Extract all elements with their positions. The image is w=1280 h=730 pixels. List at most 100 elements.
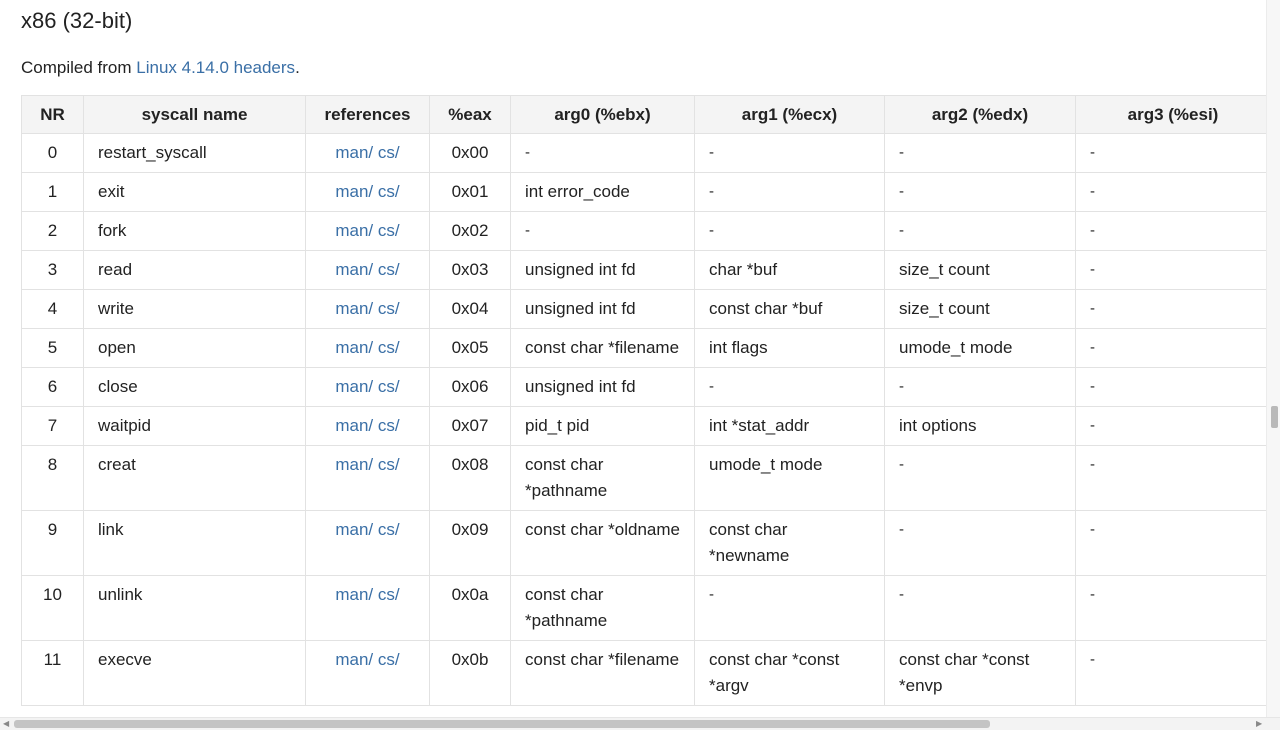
syscall-number: 1 xyxy=(21,172,84,212)
references-cell: man/ cs/ xyxy=(305,367,430,407)
eax-value: 0x00 xyxy=(429,133,511,173)
man-link[interactable]: man/ xyxy=(335,455,373,474)
table-row: 9 link man/ cs/0x09 const char *oldname cons… xyxy=(21,510,1266,576)
column-header: %eax xyxy=(429,95,511,134)
references-cell: man/ cs/ xyxy=(305,445,430,511)
syscall-name: creat xyxy=(83,445,306,511)
references-cell: man/ cs/ xyxy=(305,211,430,251)
arg2-cell: umode_t mode xyxy=(884,328,1076,368)
scroll-right-icon[interactable]: ▶ xyxy=(1256,718,1262,730)
arg2-cell: size_t count xyxy=(884,289,1076,329)
eax-value: 0x09 xyxy=(429,510,511,576)
cs-link[interactable]: cs/ xyxy=(378,221,400,240)
syscall-number: 3 xyxy=(21,250,84,290)
man-link[interactable]: man/ xyxy=(335,416,373,435)
arg3-cell: - xyxy=(1075,289,1266,329)
horizontal-scrollbar-thumb[interactable] xyxy=(14,720,990,728)
cs-link[interactable]: cs/ xyxy=(378,338,400,357)
syscall-number: 11 xyxy=(21,640,84,706)
arg1-cell: umode_t mode xyxy=(694,445,885,511)
cs-link[interactable]: cs/ xyxy=(378,299,400,318)
eax-value: 0x03 xyxy=(429,250,511,290)
eax-value: 0x01 xyxy=(429,172,511,212)
compiled-from-line: Compiled from Linux 4.14.0 headers. xyxy=(21,58,300,78)
references-cell: man/ cs/ xyxy=(305,406,430,446)
arg2-cell: int options xyxy=(884,406,1076,446)
cs-link[interactable]: cs/ xyxy=(378,585,400,604)
eax-value: 0x07 xyxy=(429,406,511,446)
syscall-name: exit xyxy=(83,172,306,212)
vertical-scrollbar[interactable] xyxy=(1266,0,1280,729)
table-row: 0 restart_syscall man/ cs/0x00- - - - xyxy=(21,133,1266,173)
man-link[interactable]: man/ xyxy=(335,182,373,201)
man-link[interactable]: man/ xyxy=(335,650,373,669)
table-row: 2 fork man/ cs/0x02- - - - xyxy=(21,211,1266,251)
man-link[interactable]: man/ xyxy=(335,377,373,396)
table-body: 0 restart_syscall man/ cs/0x00- - - -1 exit man… xyxy=(21,133,1266,706)
syscall-number: 5 xyxy=(21,328,84,368)
cs-link[interactable]: cs/ xyxy=(378,416,400,435)
cs-link[interactable]: cs/ xyxy=(378,143,400,162)
syscall-table: NR syscall name references %eax arg0 (%ebx) a… xyxy=(21,95,1266,706)
arg0-cell: const char *pathname xyxy=(510,445,695,511)
column-header: arg2 (%edx) xyxy=(884,95,1076,134)
column-header: arg3 (%esi) xyxy=(1075,95,1266,134)
arg1-cell: - xyxy=(694,575,885,641)
vertical-scrollbar-thumb[interactable] xyxy=(1271,406,1278,428)
syscall-name: write xyxy=(83,289,306,329)
arg2-cell: - xyxy=(884,445,1076,511)
table-row: 10 unlink man/ cs/0x0a const char *pathname… xyxy=(21,575,1266,641)
cs-link[interactable]: cs/ xyxy=(378,260,400,279)
man-link[interactable]: man/ xyxy=(335,143,373,162)
cs-link[interactable]: cs/ xyxy=(378,455,400,474)
cs-link[interactable]: cs/ xyxy=(378,520,400,539)
cs-link[interactable]: cs/ xyxy=(378,182,400,201)
man-link[interactable]: man/ xyxy=(335,299,373,318)
eax-value: 0x08 xyxy=(429,445,511,511)
references-cell: man/ cs/ xyxy=(305,510,430,576)
arg0-cell: int error_code xyxy=(510,172,695,212)
man-link[interactable]: man/ xyxy=(335,338,373,357)
eax-value: 0x06 xyxy=(429,367,511,407)
linux-headers-link[interactable]: Linux 4.14.0 headers xyxy=(136,58,295,77)
arg0-cell: unsigned int fd xyxy=(510,250,695,290)
cs-link[interactable]: cs/ xyxy=(378,650,400,669)
arg3-cell: - xyxy=(1075,510,1266,576)
arg2-cell: - xyxy=(884,172,1076,212)
column-header: syscall name xyxy=(83,95,306,134)
arg1-cell: char *buf xyxy=(694,250,885,290)
man-link[interactable]: man/ xyxy=(335,585,373,604)
eax-value: 0x0a xyxy=(429,575,511,641)
arg1-cell: - xyxy=(694,211,885,251)
syscall-number: 9 xyxy=(21,510,84,576)
references-cell: man/ cs/ xyxy=(305,575,430,641)
syscall-number: 4 xyxy=(21,289,84,329)
man-link[interactable]: man/ xyxy=(335,221,373,240)
arg2-cell: - xyxy=(884,211,1076,251)
arg3-cell: - xyxy=(1075,367,1266,407)
syscall-name: open xyxy=(83,328,306,368)
scroll-left-icon[interactable]: ◀ xyxy=(3,718,9,730)
references-cell: man/ cs/ xyxy=(305,172,430,212)
arg0-cell: const char *pathname xyxy=(510,575,695,641)
arg3-cell: - xyxy=(1075,250,1266,290)
horizontal-scrollbar[interactable]: ◀ ▶ xyxy=(0,717,1280,730)
table-row: 5 open man/ cs/0x05 const char *filename int… xyxy=(21,328,1266,368)
arg0-cell: unsigned int fd xyxy=(510,289,695,329)
eax-value: 0x02 xyxy=(429,211,511,251)
references-cell: man/ cs/ xyxy=(305,133,430,173)
arg2-cell: - xyxy=(884,133,1076,173)
column-header: references xyxy=(305,95,430,134)
table-row: 6 close man/ cs/0x06 unsigned int fd - - - xyxy=(21,367,1266,407)
syscall-name: read xyxy=(83,250,306,290)
arg2-cell: size_t count xyxy=(884,250,1076,290)
arg3-cell: - xyxy=(1075,575,1266,641)
syscall-name: restart_syscall xyxy=(83,133,306,173)
cs-link[interactable]: cs/ xyxy=(378,377,400,396)
arg3-cell: - xyxy=(1075,640,1266,706)
syscall-number: 2 xyxy=(21,211,84,251)
man-link[interactable]: man/ xyxy=(335,520,373,539)
syscall-number: 8 xyxy=(21,445,84,511)
man-link[interactable]: man/ xyxy=(335,260,373,279)
table-row: 11 execve man/ cs/0x0b const char *filename… xyxy=(21,640,1266,706)
